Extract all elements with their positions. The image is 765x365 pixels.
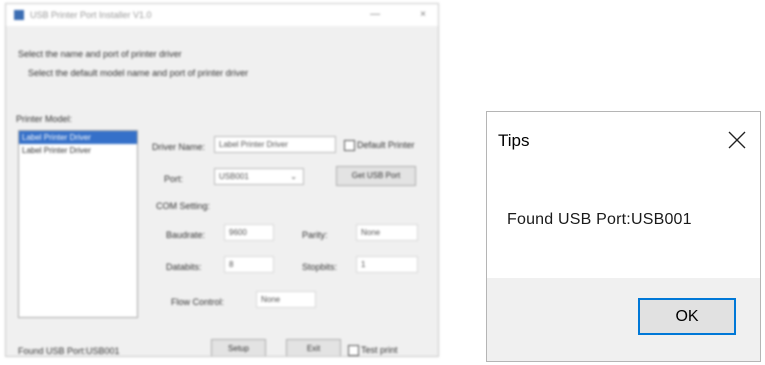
default-printer-label: Default Printer <box>357 140 415 150</box>
baudrate-label: Baudrate: <box>166 230 206 240</box>
installer-subheading: Select the default model name and port o… <box>28 68 249 78</box>
list-item[interactable]: Label Printer Driver <box>19 131 137 144</box>
port-label: Port: <box>164 174 184 184</box>
stopbits-field[interactable]: 1 <box>356 256 418 273</box>
test-print-label: Test print <box>361 345 398 355</box>
chevron-down-icon: ⌄ <box>290 172 297 181</box>
exit-button[interactable]: Exit <box>286 339 341 356</box>
port-select[interactable]: USB001 ⌄ <box>214 168 304 185</box>
dialog-message: Found USB Port:USB001 <box>507 211 692 228</box>
installer-title: USB Printer Port Installer V1.0 <box>30 10 152 20</box>
installer-titlebar: USB Printer Port Installer V1.0 — × <box>6 4 438 26</box>
installer-footer-status: Found USB Port:USB001 <box>18 346 120 356</box>
port-value: USB001 <box>219 172 249 181</box>
databits-label: Databits: <box>166 262 202 272</box>
printer-model-label: Printer Model: <box>16 114 73 124</box>
get-usb-port-button[interactable]: Get USB Port <box>336 166 416 186</box>
stopbits-label: Stopbits: <box>302 262 338 272</box>
parity-label: Parity: <box>302 230 328 240</box>
ok-button[interactable]: OK <box>638 298 736 335</box>
dialog-title: Tips <box>498 131 530 150</box>
close-icon[interactable]: × <box>420 9 426 20</box>
app-icon <box>14 10 24 20</box>
dialog-footer: OK <box>487 278 760 361</box>
default-printer-checkbox[interactable] <box>344 140 355 151</box>
com-setting-label: COM Setting: <box>156 201 211 211</box>
baudrate-field[interactable]: 9600 <box>224 224 274 241</box>
installer-window: USB Printer Port Installer V1.0 — × Sele… <box>5 3 439 357</box>
list-item[interactable]: Label Printer Driver <box>19 144 137 157</box>
setup-button[interactable]: Setup <box>211 339 266 356</box>
databits-field[interactable]: 8 <box>224 256 274 273</box>
test-print-checkbox[interactable] <box>348 345 359 356</box>
installer-heading: Select the name and port of printer driv… <box>18 49 182 59</box>
driver-name-field[interactable]: Label Printer Driver <box>214 136 336 153</box>
parity-field[interactable]: None <box>356 224 418 241</box>
minimize-icon[interactable]: — <box>370 9 380 20</box>
printer-model-list[interactable]: Label Printer Driver Label Printer Drive… <box>18 130 138 318</box>
close-icon[interactable] <box>728 131 746 149</box>
tips-dialog: Tips Found USB Port:USB001 OK <box>486 111 761 362</box>
flow-control-label: Flow Control: <box>171 297 225 307</box>
installer-window-controls: — × <box>370 9 426 20</box>
driver-name-label: Driver Name: <box>152 142 206 152</box>
flow-control-field[interactable]: None <box>256 291 316 308</box>
